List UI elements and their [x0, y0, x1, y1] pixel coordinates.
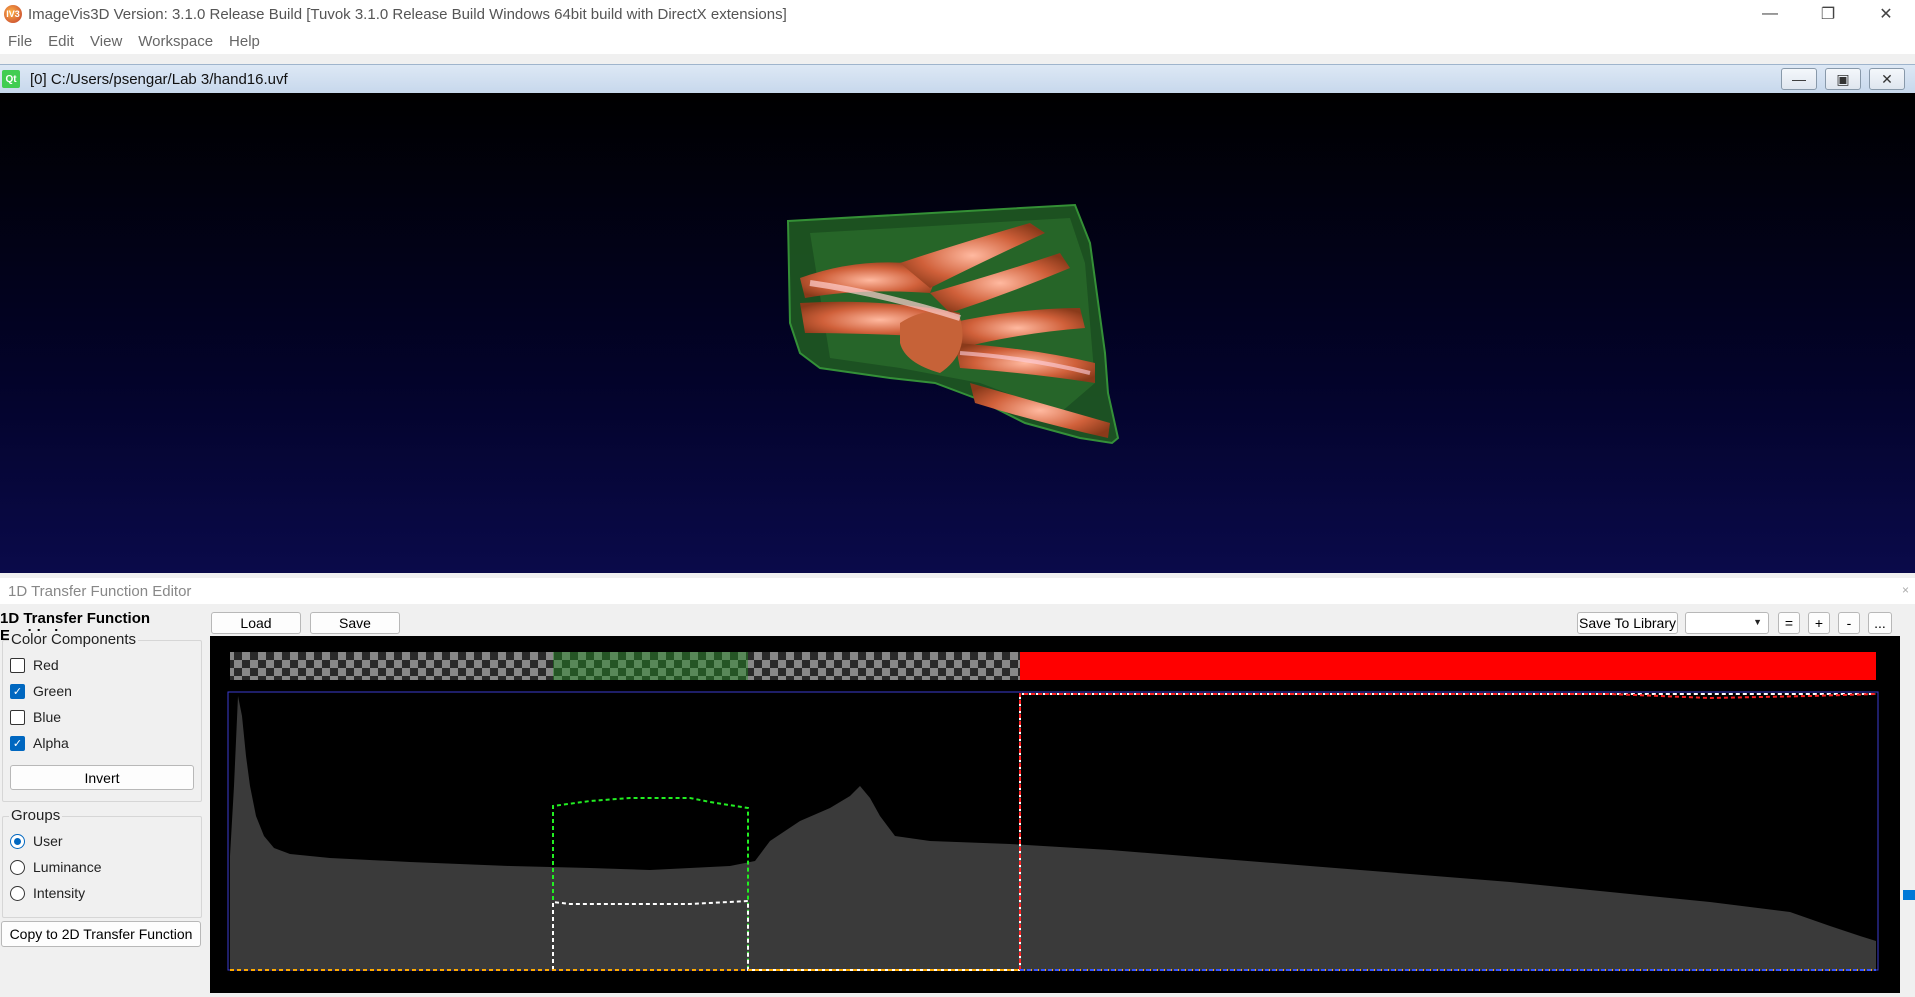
menu-edit[interactable]: Edit [48, 33, 74, 50]
close-icon[interactable]: ✕ [1857, 0, 1915, 28]
tf-editor-close-icon[interactable]: × [1902, 583, 1909, 597]
plus-button[interactable]: + [1808, 612, 1830, 634]
window-titlebar: IV3 ImageVis3D Version: 3.1.0 Release Bu… [0, 0, 1915, 28]
render-window-header: Qt [0] C:/Users/psengar/Lab 3/hand16.uvf… [0, 64, 1915, 93]
save-button[interactable]: Save [310, 612, 400, 634]
subwindow-close-icon[interactable]: ✕ [1869, 68, 1905, 90]
groups-label: Groups [9, 807, 63, 824]
color-components-label: Color Components [9, 631, 139, 648]
checkbox-alpha-box[interactable]: ✓ [10, 735, 25, 751]
histogram [230, 696, 1876, 970]
render-window-title: [0] C:/Users/psengar/Lab 3/hand16.uvf [30, 70, 288, 88]
checkbox-green-box[interactable]: ✓ [10, 683, 25, 699]
menu-file[interactable]: File [8, 33, 32, 50]
transfer-function-plot[interactable] [210, 636, 1900, 993]
transfer-function-canvas[interactable] [210, 636, 1900, 993]
tf-editor-title: 1D Transfer Function Editor × [0, 578, 1915, 604]
scroll-thumb[interactable] [1903, 890, 1915, 900]
checkbox-alpha-label: Alpha [33, 735, 69, 751]
load-button[interactable]: Load [211, 612, 301, 634]
copy-to-2d-button[interactable]: Copy to 2D Transfer Function [1, 921, 201, 947]
checkbox-blue[interactable]: Blue [10, 709, 61, 725]
radio-luminance-button[interactable] [10, 859, 25, 875]
checkbox-red-box[interactable] [10, 657, 25, 673]
color-components-group: Color Components Red ✓ Green Blue ✓ Alph… [2, 631, 202, 802]
checkbox-blue-box[interactable] [10, 709, 25, 725]
save-to-library-button[interactable]: Save To Library [1577, 612, 1678, 634]
radio-luminance-label: Luminance [33, 859, 102, 875]
checkbox-blue-label: Blue [33, 709, 62, 725]
checkbox-green[interactable]: ✓ Green [10, 683, 72, 699]
hand-volume-render [786, 203, 1120, 445]
color-band-red [1020, 652, 1876, 680]
equal-button[interactable]: = [1778, 612, 1800, 634]
color-band-green [553, 652, 748, 680]
radio-luminance[interactable]: Luminance [10, 859, 102, 875]
minus-button[interactable]: - [1838, 612, 1860, 634]
menu-workspace[interactable]: Workspace [138, 33, 213, 50]
tf-editor-title-text: 1D Transfer Function Editor [8, 582, 192, 600]
menu-bar: File Edit View Workspace Help [0, 28, 1915, 54]
menu-help[interactable]: Help [229, 33, 260, 50]
vertical-scrollbar[interactable] [1900, 612, 1915, 993]
radio-user-button[interactable] [10, 833, 25, 849]
checkbox-alpha[interactable]: ✓ Alpha [10, 735, 69, 751]
chevron-down-icon: ▼ [1753, 617, 1762, 627]
groups-group: Groups User Luminance Intensity [2, 807, 202, 918]
restore-icon[interactable]: ❐ [1799, 0, 1857, 28]
qt-icon: Qt [2, 70, 20, 88]
radio-intensity[interactable]: Intensity [10, 885, 85, 901]
more-button[interactable]: ... [1868, 612, 1892, 634]
checkbox-green-label: Green [33, 683, 72, 699]
window-controls: — ❐ ✕ [1741, 0, 1915, 28]
tf-left-panel: 1D Transfer Function Enabled Color Compo… [0, 606, 208, 993]
radio-intensity-button[interactable] [10, 885, 25, 901]
subwindow-minimize-icon[interactable]: — [1781, 68, 1817, 90]
checkbox-red-label: Red [33, 657, 59, 673]
app-icon: IV3 [4, 5, 22, 23]
radio-user-label: User [33, 833, 63, 849]
radio-intensity-label: Intensity [33, 885, 86, 901]
subwindow-restore-icon[interactable]: ▣ [1825, 68, 1861, 90]
menu-view[interactable]: View [90, 33, 122, 50]
radio-user[interactable]: User [10, 833, 63, 849]
volume-render-view[interactable] [0, 93, 1915, 573]
checkbox-red[interactable]: Red [10, 657, 59, 673]
invert-button[interactable]: Invert [10, 765, 194, 790]
window-title: ImageVis3D Version: 3.1.0 Release Build … [28, 5, 787, 23]
library-dropdown[interactable]: ▼ [1685, 612, 1769, 634]
minimize-icon[interactable]: — [1741, 0, 1799, 28]
subwindow-controls: — ▣ ✕ [1781, 68, 1905, 90]
